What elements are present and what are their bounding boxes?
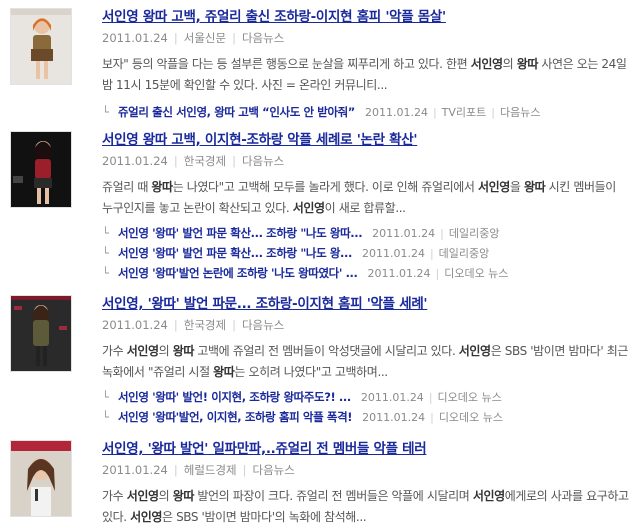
article-summary: 가수 서인영의 왕따 발언의 파장이 크다. 쥬얼리 전 멤버들은 악플에 시달… [102, 489, 629, 524]
article-date: 2011.01.24 [102, 31, 168, 45]
related-publisher: 디오데오 뉴스 [437, 391, 502, 404]
article-thumbnail[interactable] [10, 440, 72, 517]
article-publisher: 한국경제 [183, 154, 227, 168]
news-source-link[interactable]: 다음뉴스 [242, 31, 284, 45]
related-article-link[interactable]: 쥬얼리 출신 서인영, 왕따 고백 “인사도 안 받아줘” [118, 102, 355, 122]
related-publisher: 데일리중앙 [448, 227, 500, 240]
article-meta: 2011.01.24 | 한국경제 | 다음뉴스 [102, 318, 285, 332]
related-date: 2011.01.24 [364, 106, 428, 119]
related-article: └ 쥬얼리 출신 서인영, 왕따 고백 “인사도 안 받아줘” 2011.01.24… [102, 102, 629, 122]
related-articles: └ 서인영 '왕따' 발언 파문 확산... 조하랑 "나도 왕따... 2011.… [102, 223, 629, 283]
related-article: └ 서인영 '왕따'발언, 이지현, 조하랑 홈피 악플 폭격! 2011.01.2… [102, 407, 629, 427]
related-article-link[interactable]: 서인영 '왕따' 발언! 이지현, 조하랑 왕따주도?! ... [118, 387, 351, 407]
related-article-link[interactable]: 서인영 '왕따' 발언 파문 확산... 조하랑 "나도 왕... [118, 243, 352, 263]
news-source-link[interactable]: 다음뉴스 [242, 318, 284, 332]
article-date: 2011.01.24 [102, 463, 168, 477]
related-mark: └ [102, 410, 109, 424]
related-article: └ 서인영 '왕따' 발언! 이지현, 조하랑 왕따주도?! ... 2011.01… [102, 387, 629, 407]
article-publisher: 서울신문 [183, 31, 227, 45]
related-publisher: 디오데오 뉴스 [438, 411, 504, 424]
article-summary: 쥬얼리 때 왕따는 나였다"고 고백해 모두를 놀라게 했다. 이로 인해 쥬얼… [102, 180, 616, 215]
article-summary: 가수 서인영의 왕따 고백에 쥬얼리 전 멤버들이 악성댓글에 시달리고 있다.… [102, 344, 628, 379]
related-mark: └ [102, 390, 109, 404]
related-date: 2011.01.24 [361, 247, 425, 260]
article-meta: 2011.01.24 | 한국경제 | 다음뉴스 [102, 154, 285, 168]
article-title-link[interactable]: 서인영 왕따 고백, 쥬얼리 출신 조하랑-이지현 홈피 '악플 몸살' [102, 8, 629, 26]
article-publisher: 한국경제 [183, 318, 227, 332]
related-article-link[interactable]: 서인영 '왕따'발언 논란에 조하랑 '나도 왕따였다' ... [118, 263, 358, 283]
related-date: 2011.01.24 [367, 267, 431, 280]
related-date: 2011.01.24 [372, 227, 436, 240]
article-thumbnail[interactable] [10, 131, 72, 208]
related-article: └ 서인영 '왕따' 발언 파문 확산... 조하랑 "나도 왕따... 2011.… [102, 223, 629, 243]
article-thumbnail[interactable] [10, 8, 72, 85]
article-title-link[interactable]: 서인영 왕따 고백, 이지현-조하랑 악플 세례로 '논란 확산' [102, 131, 629, 149]
related-article: └ 서인영 '왕따'발언 논란에 조하랑 '나도 왕따였다' ... 2011.01… [102, 263, 629, 283]
related-mark: └ [102, 105, 109, 119]
related-article: └ 서인영 '왕따' 발언 파문 확산... 조하랑 "나도 왕... 2011.0… [102, 243, 629, 263]
related-articles: └ 서인영 '왕따' 발언! 이지현, 조하랑 왕따주도?! ... 2011.01… [102, 387, 629, 427]
article-date: 2011.01.24 [102, 318, 168, 332]
article-summary: 보자" 등의 악플을 다는 등 설부른 행동으로 눈살을 찌푸리게 하고 있다.… [102, 57, 627, 92]
article-thumbnail[interactable] [10, 295, 72, 372]
related-date: 2011.01.24 [360, 391, 424, 404]
related-mark: └ [102, 246, 109, 260]
related-publisher: 데일리중앙 [438, 247, 490, 260]
related-publisher: TV리포트 [441, 106, 487, 119]
news-source-link[interactable]: 다음뉴스 [500, 106, 540, 119]
related-date: 2011.01.24 [362, 411, 426, 424]
news-source-link[interactable]: 다음뉴스 [242, 154, 284, 168]
news-source-link[interactable]: 다음뉴스 [253, 463, 295, 477]
article-publisher: 헤럴드경제 [183, 463, 237, 477]
article-meta: 2011.01.24 | 서울신문 | 다음뉴스 [102, 31, 285, 45]
related-article-link[interactable]: 서인영 '왕따' 발언 파문 확산... 조하랑 "나도 왕따... [118, 223, 362, 243]
related-mark: └ [102, 226, 109, 240]
related-articles: └ 쥬얼리 출신 서인영, 왕따 고백 “인사도 안 받아줘” 2011.01.24… [102, 102, 629, 122]
article-meta: 2011.01.24 | 헤럴드경제 | 다음뉴스 [102, 463, 295, 477]
article-date: 2011.01.24 [102, 154, 168, 168]
related-mark: └ [102, 266, 109, 280]
related-publisher: 디오데오 뉴스 [444, 267, 509, 280]
related-article-link[interactable]: 서인영 '왕따'발언, 이지현, 조하랑 홈피 악플 폭격! [118, 407, 352, 427]
article-title-link[interactable]: 서인영, '왕따' 발언 파문... 조하랑-이지현 홈피 '악플 세례' [102, 295, 629, 313]
article-title-link[interactable]: 서인영, '왕따 발언' 일파만파,..쥬얼리 전 멤버들 악플 테러 [102, 440, 629, 458]
